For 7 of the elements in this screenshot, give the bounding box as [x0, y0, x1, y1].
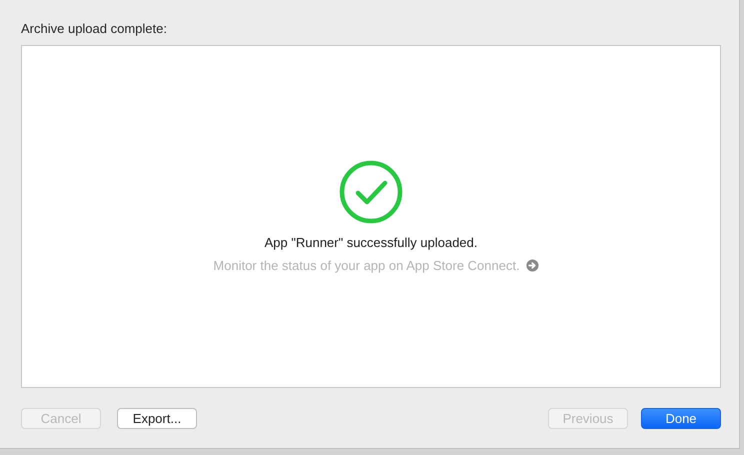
sheet-title: Archive upload complete: [21, 21, 168, 38]
arrow-circle-icon[interactable] [526, 259, 539, 272]
app-store-connect-link[interactable]: Monitor the status of your app on App Store Connect. [213, 258, 520, 273]
primary-button[interactable]: Done [641, 408, 721, 429]
success-message: App "Runner" successfully uploaded. [264, 235, 478, 250]
checkmark-circle-icon [339, 160, 403, 224]
button[interactable]: Export... [117, 408, 197, 429]
